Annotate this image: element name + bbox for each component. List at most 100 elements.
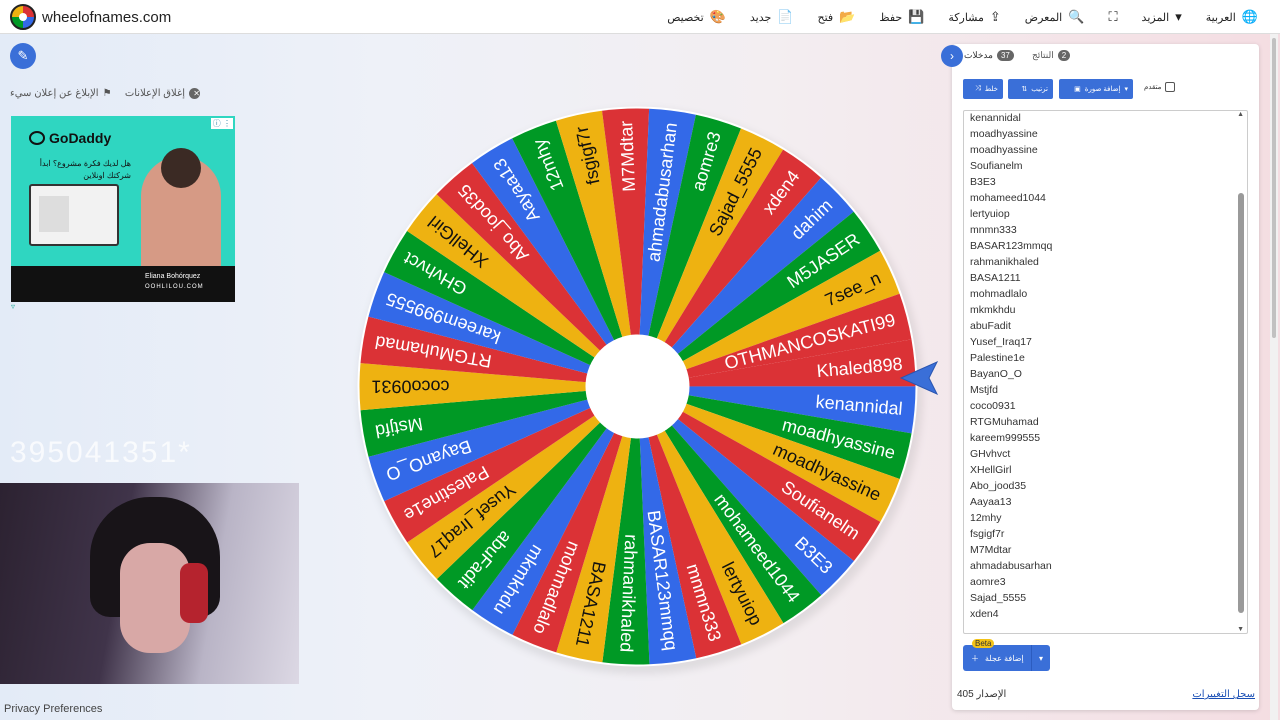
- scroll-up-icon[interactable]: ▲: [1237, 111, 1244, 118]
- entry-item: BASA1211: [970, 272, 1021, 284]
- entry-item: coco0931: [970, 400, 1016, 412]
- image-icon: ▣: [1074, 86, 1081, 93]
- entries-toolbar: خلط ⤨ ترتيب ⇅ ▾ إضافة صورة ▣ متقدم: [963, 79, 1253, 99]
- menu-item-search[interactable]: 🔍 المعرض: [1013, 0, 1097, 34]
- add-wheel-dropdown[interactable]: ▾: [1031, 645, 1050, 671]
- shuffle-icon: ⤨: [975, 85, 981, 92]
- wheel-logo-icon: [10, 4, 36, 30]
- menu-item-palette[interactable]: 🎨 تخصيص: [655, 0, 738, 34]
- entry-item: GHvhvct: [970, 448, 1011, 460]
- menu-item-label: جديد: [749, 11, 772, 24]
- tab-entries[interactable]: 37 مدخلات: [964, 44, 1014, 66]
- close-icon: ✕: [189, 88, 200, 99]
- wheel-center[interactable]: [585, 334, 690, 439]
- entries-count-badge: 37: [996, 49, 1014, 61]
- menu-item-label: المزيد: [1141, 11, 1170, 24]
- advanced-checkbox[interactable]: متقدم: [1144, 82, 1176, 92]
- close-ads-label: إغلاق الإعلانات: [124, 88, 185, 99]
- report-ad-link[interactable]: ⚑ الإبلاغ عن إعلان سيء: [10, 88, 112, 99]
- ad-links: ✕ إغلاق الإعلانات ⚑ الإبلاغ عن إعلان سيء: [10, 88, 200, 99]
- godaddy-logo-icon: [29, 131, 45, 145]
- file-icon: 📄: [777, 9, 794, 24]
- entry-item: Yusef_Iraq17: [970, 336, 1032, 348]
- webcam-headphone: [180, 563, 208, 623]
- tab-results[interactable]: 2 النتائج: [1032, 44, 1071, 66]
- menu-item-save[interactable]: 💾 حفظ: [867, 0, 936, 34]
- menu-item-label: مشاركة: [948, 11, 984, 24]
- entry-item: Aayaa13: [970, 496, 1012, 508]
- menu-item-label: العربية: [1205, 11, 1236, 24]
- webcam-overlay: [0, 483, 299, 684]
- entry-item: moadhyassine: [970, 144, 1038, 156]
- entry-item: Palestine1e: [970, 352, 1025, 364]
- collapse-panel-button[interactable]: ›: [941, 45, 963, 67]
- menu-item-share[interactable]: ⇪ مشاركة: [936, 0, 1012, 34]
- entry-item: mnmn333: [970, 224, 1017, 236]
- ad-person-image: [141, 148, 221, 276]
- report-ad-label: الإبلاغ عن إعلان سيء: [10, 88, 99, 99]
- fullscreen-icon: ⛶: [1108, 9, 1118, 24]
- sort-label: ترتيب: [1031, 86, 1048, 93]
- entry-item: kareem999555: [970, 432, 1041, 444]
- version-number: 405: [957, 689, 974, 700]
- entry-item: RTGMuhamad: [970, 416, 1039, 428]
- entry-item: Mstjfd: [970, 384, 999, 396]
- add-wheel-button[interactable]: Beta إضافة عجلة ＋ ▾: [963, 639, 1050, 671]
- entry-item: XHellGirl: [970, 464, 1012, 476]
- caret-down-icon: ▾: [1175, 9, 1182, 24]
- caret-down-icon: ▾: [1124, 86, 1128, 93]
- entry-item: Abo_jood35: [970, 480, 1027, 492]
- menu-item-label: تخصيص: [667, 11, 704, 24]
- entry-item: mohmadlalo: [970, 288, 1028, 300]
- share-icon: ⇪: [989, 9, 1001, 24]
- advertisement[interactable]: GoDaddy ⓘ ⋮ هل لديك فكرة مشروع؟ ابدأ شرك…: [11, 116, 235, 302]
- entry-item: 12mhy: [970, 512, 1002, 524]
- menu-item-label: المعرض: [1024, 11, 1063, 24]
- tab-entries-label: مدخلات: [964, 49, 993, 60]
- sort-button[interactable]: ترتيب ⇅: [1008, 79, 1053, 99]
- edit-pencil-button[interactable]: ✎: [10, 43, 36, 69]
- version-label: الإصدار: [976, 689, 1007, 700]
- shuffle-button[interactable]: خلط ⤨: [963, 79, 1003, 99]
- entry-item: abuFadit: [970, 320, 1011, 332]
- entry-item: xden4: [970, 608, 999, 620]
- changelog-link[interactable]: سجل التغييرات: [1192, 689, 1255, 700]
- entry-item: moadhyassine: [970, 128, 1038, 140]
- scroll-down-icon[interactable]: ▼: [1237, 626, 1244, 633]
- overlay-text: 395041351*: [10, 436, 192, 469]
- entries-textarea[interactable]: kenannidal moadhyassine moadhyassine Soufia…: [963, 110, 1248, 634]
- menu-item-folder[interactable]: 📂 فتح: [806, 0, 868, 34]
- wheel-svg[interactable]: Khaled898kenannidalmoadhyassinemoadhyass…: [355, 104, 920, 669]
- entry-item: BayanO_O: [970, 368, 1022, 380]
- privacy-preferences-link[interactable]: Privacy Preferences: [4, 703, 102, 715]
- flag-icon: ⚑: [102, 88, 112, 99]
- checkbox-box[interactable]: [1165, 82, 1176, 92]
- menu-item-globe[interactable]: 🌐 العربية: [1194, 0, 1270, 34]
- pencil-icon: ✎: [17, 48, 29, 63]
- entry-item: lertyuiop: [970, 208, 1010, 220]
- close-ads-link[interactable]: ✕ إغلاق الإعلانات: [125, 88, 200, 99]
- tab-results-label: النتائج: [1032, 49, 1054, 60]
- sort-icon: ⇅: [1021, 86, 1028, 93]
- version-info: الإصدار 405: [957, 689, 1006, 700]
- brand[interactable]: wheelofnames.com: [10, 4, 171, 30]
- menu-item-caret-down[interactable]: ▾ المزيد: [1130, 0, 1194, 34]
- entry-item: B3E3: [970, 176, 996, 188]
- add-wheel-main[interactable]: إضافة عجلة ＋: [963, 653, 1031, 664]
- wheel[interactable]: Khaled898 kenannidal moadhyassine moadhyass…: [355, 104, 920, 669]
- page-scrollbar[interactable]: [1270, 34, 1278, 720]
- entry-item: mohameed1044: [970, 192, 1046, 204]
- entry-item: fsgigf7r: [970, 528, 1005, 540]
- ad-choices-icon[interactable]: ⓘ ⋮: [210, 118, 233, 129]
- entry-item: mkmkhdu: [970, 304, 1016, 316]
- entry-item: aomre3: [970, 576, 1006, 588]
- add-wheel-label: إضافة عجلة: [985, 653, 1024, 663]
- entries-scrollbar-thumb[interactable]: [1238, 193, 1244, 613]
- ad-marker-icon: ▿: [11, 302, 16, 311]
- ad-headline: هل لديك فكرة مشروع؟ ابدأ شركتك اونلاين: [39, 159, 131, 180]
- plus-icon: ＋: [971, 653, 979, 663]
- menu-item-fullscreen[interactable]: ⛶: [1096, 0, 1129, 34]
- add-image-button[interactable]: ▾ إضافة صورة ▣: [1059, 79, 1133, 99]
- wheel-segment-label: coco0931: [371, 377, 449, 397]
- menu-item-file[interactable]: 📄 جديد: [738, 0, 806, 34]
